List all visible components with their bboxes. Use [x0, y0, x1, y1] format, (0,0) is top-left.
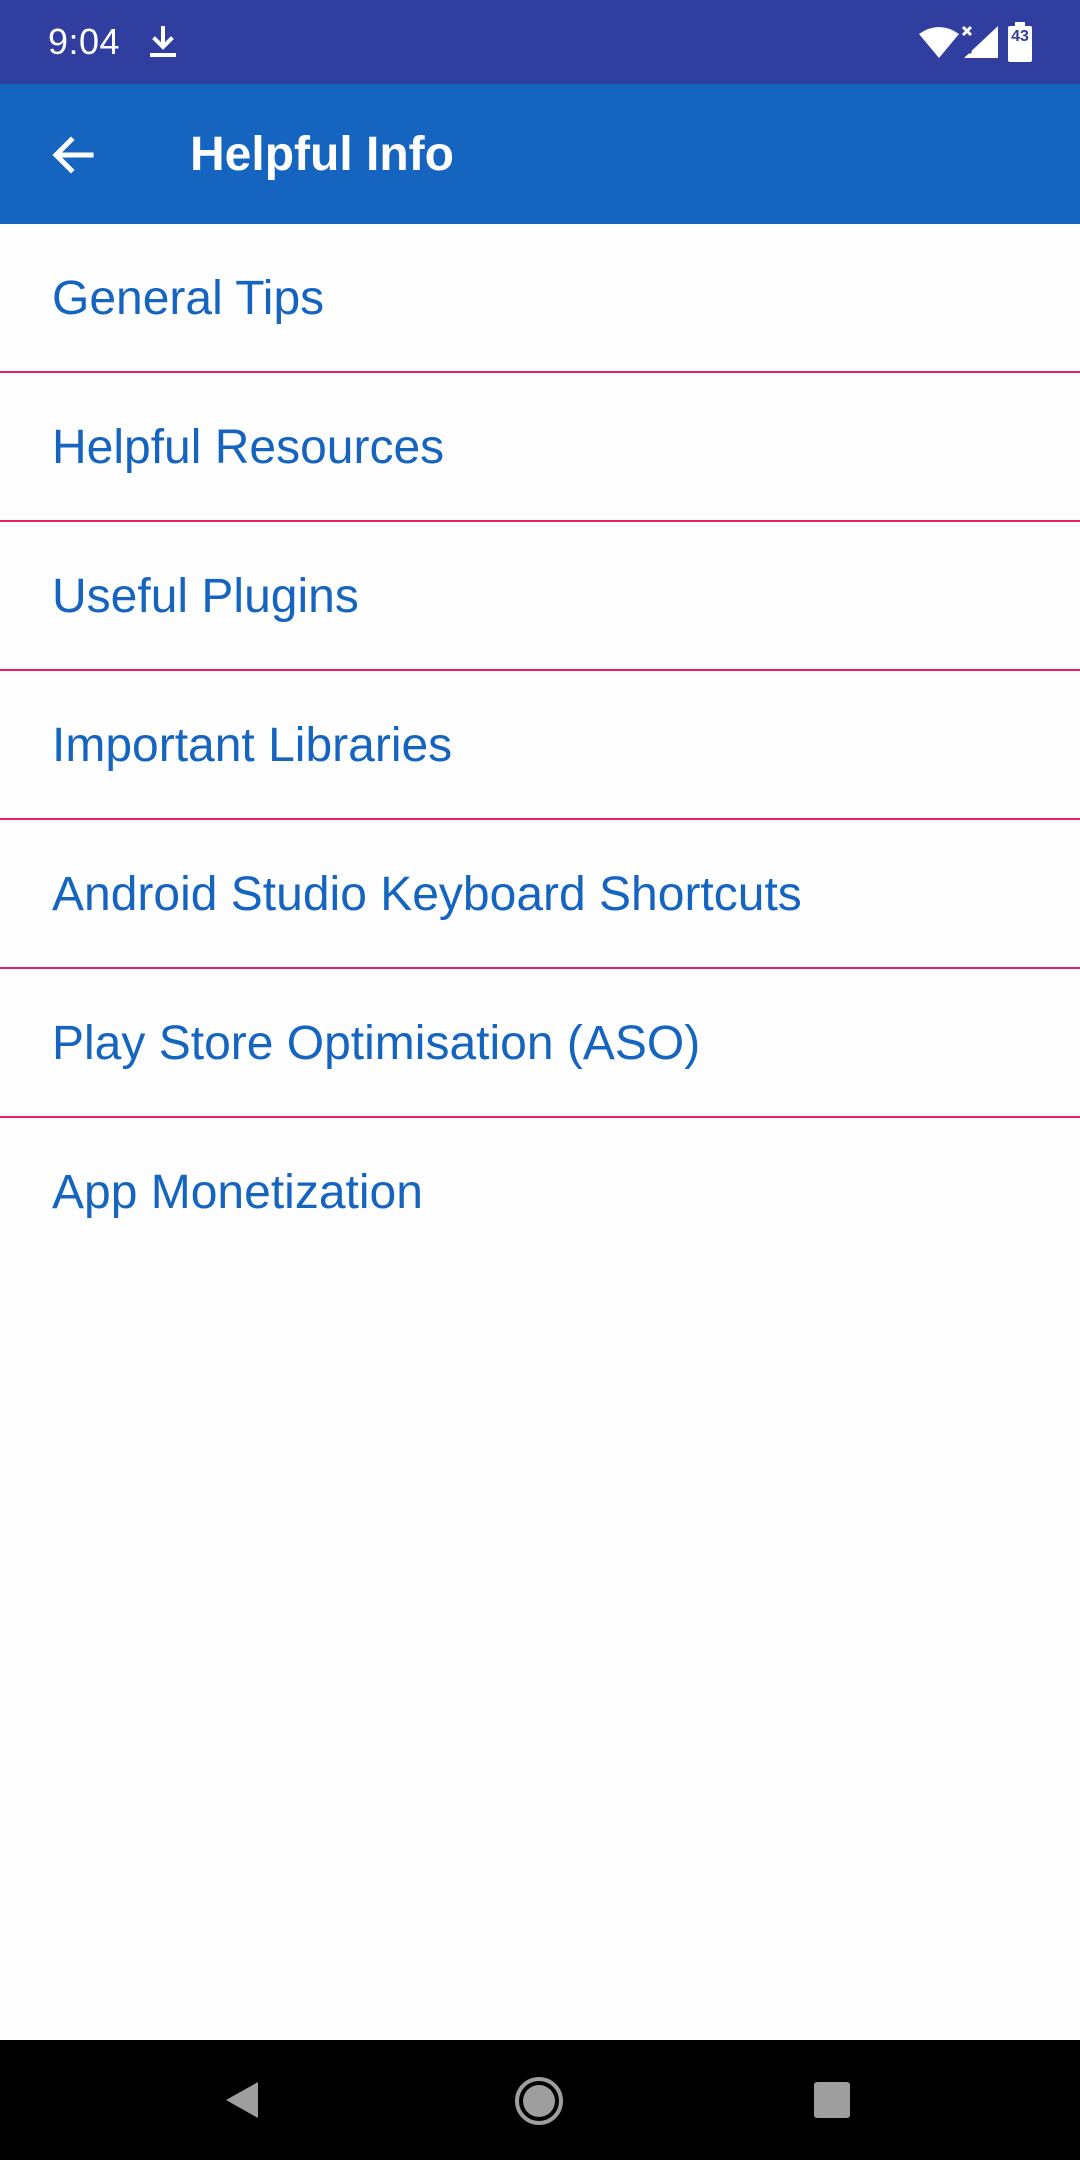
- nav-home-icon[interactable]: [514, 2076, 564, 2126]
- list-item-label: Play Store Optimisation (ASO): [52, 1017, 701, 1070]
- screen: 9:04 43 Helpful Info General Tips Helpfu…: [0, 0, 1080, 2160]
- nav-recents-icon[interactable]: [812, 2080, 852, 2120]
- list-item-helpful-resources[interactable]: Helpful Resources: [0, 373, 1080, 522]
- back-button[interactable]: [30, 112, 116, 198]
- list-item-useful-plugins[interactable]: Useful Plugins: [0, 522, 1080, 671]
- wifi-icon: [919, 27, 959, 58]
- list-item-label: Important Libraries: [52, 719, 453, 772]
- download-icon: [150, 26, 176, 57]
- cell-signal-icon: [961, 25, 998, 58]
- list-item-play-store-optimisation[interactable]: Play Store Optimisation (ASO): [0, 969, 1080, 1118]
- list-item-label: App Monetization: [52, 1166, 423, 1219]
- app-bar: Helpful Info: [0, 84, 1080, 224]
- status-bar: 9:04 43: [0, 0, 1080, 84]
- list-item-app-monetization[interactable]: App Monetization: [0, 1118, 1080, 1265]
- list-item-label: Useful Plugins: [52, 570, 359, 623]
- page-title: Helpful Info: [190, 128, 454, 181]
- list-item-keyboard-shortcuts[interactable]: Android Studio Keyboard Shortcuts: [0, 820, 1080, 969]
- navigation-bar: [0, 2040, 1080, 2160]
- list-item-label: Helpful Resources: [52, 421, 445, 474]
- list-item-important-libraries[interactable]: Important Libraries: [0, 671, 1080, 820]
- battery-level: 43: [1011, 28, 1029, 45]
- list-item-label: General Tips: [52, 272, 325, 325]
- list-item-label: Android Studio Keyboard Shortcuts: [52, 868, 802, 921]
- list-item-general-tips[interactable]: General Tips: [0, 224, 1080, 373]
- arrow-back-icon: [52, 136, 94, 174]
- status-time: 9:04: [48, 21, 121, 62]
- helpful-info-list: General Tips Helpful Resources Useful Pl…: [0, 224, 1080, 1265]
- nav-back-icon[interactable]: [220, 2078, 264, 2122]
